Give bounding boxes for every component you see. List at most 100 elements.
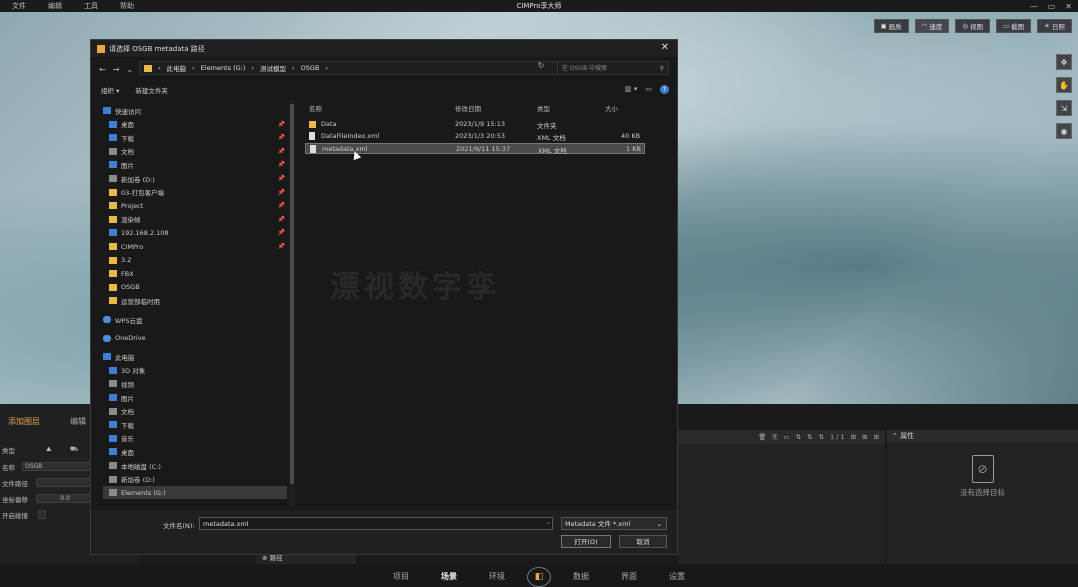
nav-item[interactable]: 图片 (103, 391, 287, 404)
close-icon[interactable]: ✕ (661, 42, 669, 53)
filetype-select[interactable]: Metadata 文件 *.xml ⌄ (561, 517, 667, 530)
nav-item[interactable]: Project 📌 (103, 199, 287, 212)
menu-help[interactable]: 帮助 (120, 1, 134, 11)
collision-checkbox[interactable] (38, 510, 46, 519)
nav-item[interactable]: 新加卷 (D:) 📌 (103, 172, 287, 185)
nav-item[interactable]: 运营部临时用 (103, 294, 287, 307)
nav-item[interactable]: 3.2 (103, 254, 287, 267)
filepath-input[interactable] (36, 478, 92, 487)
tab-edit[interactable]: 编辑 (70, 416, 86, 427)
help-icon[interactable]: ? (660, 85, 669, 94)
address-bar[interactable]: › 此电脑 › Elements (G:) › 测试模型 › OSGB › ⌄ (139, 61, 573, 75)
nav-item[interactable]: CIMPro 📌 (103, 240, 287, 253)
col-type[interactable]: 类型 (537, 103, 550, 113)
col-size[interactable]: 大小 (605, 103, 618, 113)
frame-icon[interactable]: ▭ (784, 433, 790, 441)
nav-item[interactable]: Elements (G:) (103, 486, 287, 500)
delete-icon[interactable]: 🗑 (758, 433, 766, 441)
nav-environment[interactable]: 环境 (473, 571, 521, 582)
hand-icon[interactable]: ✋ (1056, 77, 1072, 93)
offset-input[interactable]: 0.0 (36, 494, 92, 503)
nav-item[interactable]: 图片 📌 (103, 158, 287, 171)
screenshot-button[interactable]: ▭ 截图 (996, 19, 1032, 33)
nav-scrollbar[interactable] (289, 100, 295, 508)
nav-item[interactable]: 桌面 📌 (103, 118, 287, 131)
sort-icon[interactable]: ⇅ (807, 433, 812, 441)
open-button[interactable]: 打开(O) (561, 535, 611, 548)
menu-file[interactable]: 文件 (12, 1, 26, 11)
nav-data[interactable]: 数据 (557, 571, 605, 582)
nav-item[interactable]: 下载 📌 (103, 131, 287, 144)
nav-item[interactable]: 渲染帧 📌 (103, 213, 287, 226)
chevron-down-icon[interactable]: ⌄ (546, 519, 551, 526)
sunlight-button[interactable]: ☀ 日照 (1037, 19, 1072, 33)
back-icon[interactable]: ← (99, 65, 106, 74)
maximize-icon[interactable]: ▭ (1048, 2, 1056, 11)
forward-icon[interactable]: → (113, 65, 120, 74)
nav-item[interactable]: 文档 📌 (103, 145, 287, 158)
nav-project[interactable]: 项目 (377, 571, 425, 582)
nav-item[interactable]: 192.168.2.108 📌 (103, 226, 287, 239)
nav-item[interactable]: 音乐 (103, 432, 287, 445)
nav-item[interactable]: 此电脑 (103, 350, 287, 363)
sort-icon[interactable]: ⇅ (819, 433, 824, 441)
grid-icon[interactable]: ⊞ (874, 433, 879, 441)
vehicle-icon[interactable]: ⛟ (70, 445, 78, 454)
copy-icon[interactable]: ⎘ (772, 433, 777, 442)
nav-scene[interactable]: 场景 (425, 571, 473, 582)
organize-button[interactable]: 组织 ▾ (101, 85, 119, 95)
col-name[interactable]: 名称 (309, 103, 322, 113)
quality-button[interactable]: ▣ 画质 (873, 19, 909, 33)
drive-icon (109, 462, 117, 469)
view-button[interactable]: ◎ 视图 (955, 19, 991, 33)
dialog-title: 请选择 OSGB metadata 路径 (109, 44, 205, 53)
close-icon[interactable]: ✕ (1065, 2, 1072, 11)
nav-item[interactable]: OSGB (103, 281, 287, 294)
nav-item[interactable]: FBX (103, 267, 287, 280)
recent-icon[interactable]: ⌄ (126, 65, 133, 74)
nav-item[interactable]: 视频 (103, 377, 287, 390)
nav-item[interactable]: 3D 对象 (103, 364, 287, 377)
new-folder-button[interactable]: 新建文件夹 (135, 85, 168, 95)
search-input[interactable]: 在 OSGB 中搜索 ⚲ (557, 61, 669, 75)
breadcrumb-item[interactable]: 测试模型 (260, 63, 286, 73)
nav-item[interactable]: 本地磁盘 (C:) (103, 459, 287, 472)
nav-item-label: 图片 (121, 394, 134, 403)
refresh-icon[interactable]: ↻ (533, 61, 549, 75)
nav-item[interactable]: 快速访问 (103, 104, 287, 117)
filename-input[interactable]: metadata.xml (199, 517, 553, 530)
name-input[interactable]: OSGB (22, 462, 92, 471)
speed-button[interactable]: ◠ 速度 (914, 19, 950, 33)
file-row-datafileindex[interactable]: DataFileIndex.xml 2023/1/3 20:53 XML 文档 … (305, 131, 645, 142)
grid-icon[interactable]: ⊞ (851, 433, 856, 441)
nav-item[interactable]: OneDrive (103, 332, 287, 345)
breadcrumb-item[interactable]: Elements (G:) (201, 64, 246, 72)
nav-item[interactable]: 桌面 (103, 445, 287, 458)
sort-icon[interactable]: ⇅ (796, 433, 801, 441)
file-row-data[interactable]: Data 2023/1/9 15:13 文件夹 (305, 119, 645, 130)
col-date[interactable]: 修改日期 (455, 103, 481, 113)
nav-item[interactable]: WPS云盘 (103, 313, 287, 326)
grid-icon[interactable]: ⊞ (862, 433, 867, 441)
mountain-icon[interactable]: ⛰ (46, 445, 51, 454)
nav-item[interactable]: 新加卷 (D:) (103, 473, 287, 486)
breadcrumb-item[interactable]: 此电脑 (167, 63, 187, 73)
logo-icon[interactable]: ◧ (527, 566, 551, 587)
menu-edit[interactable]: 编辑 (48, 1, 62, 11)
camera-icon[interactable]: ◉ (1056, 123, 1072, 139)
tab-add-layer[interactable]: 添加图层 (8, 416, 40, 427)
nav-interface[interactable]: 界面 (605, 571, 653, 582)
view-mode-icon[interactable]: ▥ ▾ (625, 85, 637, 94)
move-icon[interactable]: ✥ (1056, 54, 1072, 70)
nav-item[interactable]: 03-打包客户端 📌 (103, 186, 287, 199)
preview-pane-icon[interactable]: ▭ (645, 85, 652, 94)
menu-tools[interactable]: 工具 (84, 1, 98, 11)
minimize-icon[interactable]: — (1030, 2, 1038, 11)
nav-settings[interactable]: 设置 (653, 571, 701, 582)
nav-item[interactable]: 文档 (103, 405, 287, 418)
chevron-up-icon[interactable]: ⌃ (892, 432, 900, 440)
zoom-icon[interactable]: ⇲ (1056, 100, 1072, 116)
cancel-button[interactable]: 取消 (619, 535, 667, 548)
breadcrumb-item[interactable]: OSGB (301, 64, 320, 72)
nav-item[interactable]: 下载 (103, 418, 287, 431)
